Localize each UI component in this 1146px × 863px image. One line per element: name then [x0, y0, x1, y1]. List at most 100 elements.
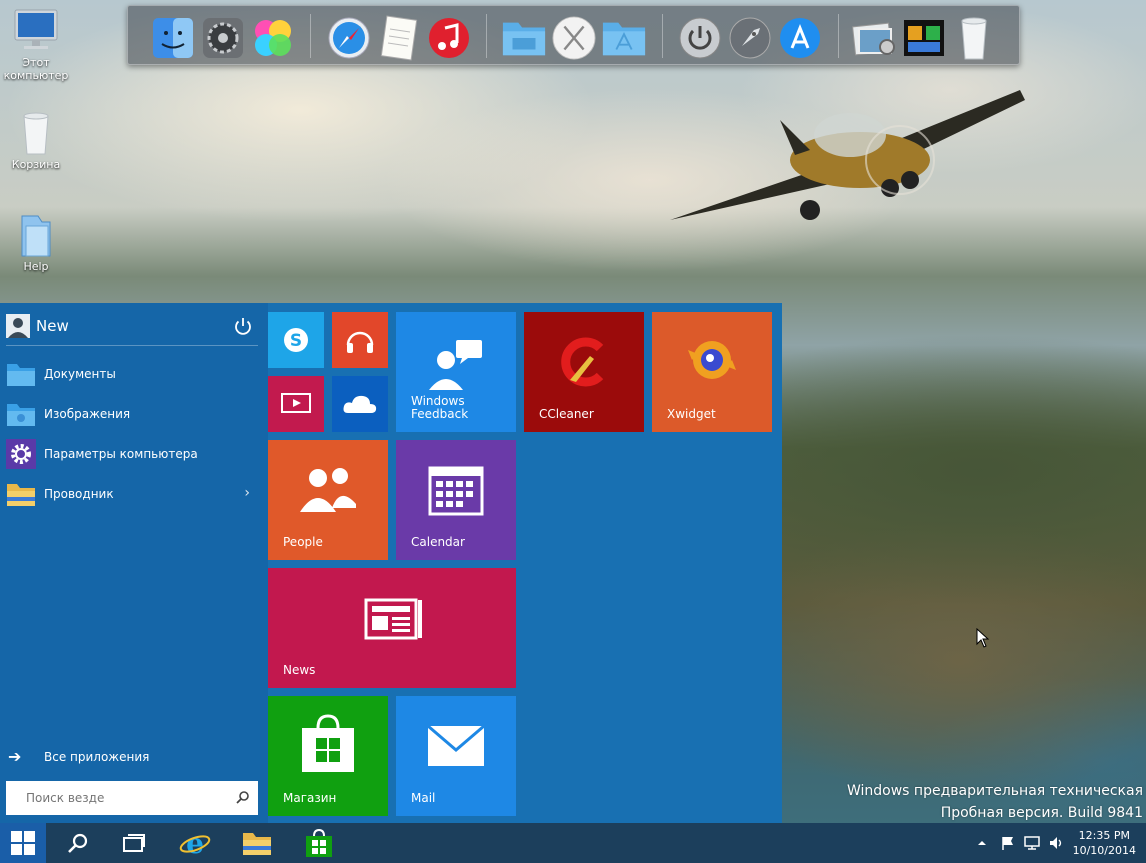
osx-icon[interactable]: [551, 15, 597, 61]
volume-icon[interactable]: [1048, 835, 1064, 851]
explorer-icon: [243, 833, 271, 855]
tile-label: CCleaner: [539, 407, 594, 421]
airplane-image: [670, 90, 1025, 220]
game-center-icon[interactable]: [250, 15, 296, 61]
tile-video[interactable]: [268, 376, 324, 432]
tile-label: Mail: [411, 791, 436, 805]
taskbar-clock[interactable]: 12:35 PM 10/10/2014: [1073, 828, 1136, 858]
gear-icon: [6, 439, 36, 469]
trash-icon[interactable]: [951, 15, 997, 61]
safari-icon[interactable]: [326, 15, 372, 61]
windows-logo-icon: [11, 831, 35, 855]
taskbar-file-explorer[interactable]: [234, 823, 280, 863]
finder-icon[interactable]: [150, 15, 196, 61]
folder-icon[interactable]: [501, 15, 547, 61]
watermark-line-2: Пробная версия. Build 9841: [940, 805, 1143, 821]
start-button[interactable]: [0, 823, 46, 863]
power-icon[interactable]: [232, 315, 254, 337]
tile-label: News: [283, 663, 316, 677]
photo-viewer-icon[interactable]: [851, 15, 897, 61]
tile-windows-feedback[interactable]: Windows Feedback: [396, 312, 516, 432]
clock-time: 12:35 PM: [1078, 829, 1130, 842]
launchpad-icon[interactable]: [727, 15, 773, 61]
menu-item-pictures[interactable]: Изображения: [6, 399, 258, 429]
taskbar: e 12:35 PM 10/10/2014: [0, 823, 1146, 863]
news-icon: [364, 596, 424, 642]
desktop-icon-label: Этот компьютер: [3, 56, 69, 82]
build-watermark: Windows предварительная техническая Проб…: [847, 780, 1143, 824]
tile-label: People: [283, 535, 323, 549]
folder-icon: [6, 399, 36, 429]
store-icon: [306, 828, 332, 857]
tile-label: Xwidget: [667, 407, 716, 421]
tile-mail[interactable]: Mail: [396, 696, 516, 816]
store-icon: [300, 712, 356, 774]
tile-news[interactable]: News: [268, 568, 516, 688]
tile-music[interactable]: [332, 312, 388, 368]
onedrive-icon: [332, 376, 388, 432]
video-icon: [268, 376, 324, 432]
calendar-icon: [428, 466, 484, 516]
tile-ccleaner[interactable]: CCleaner: [524, 312, 644, 432]
user-icon: [8, 318, 28, 338]
chevron-up-icon[interactable]: [974, 835, 990, 851]
mail-icon: [426, 724, 486, 768]
trash-icon: [23, 112, 49, 155]
tile-calendar[interactable]: Calendar: [396, 440, 516, 560]
divider: [6, 345, 258, 346]
explorer-icon: [6, 479, 36, 509]
taskbar-search-button[interactable]: [56, 823, 100, 863]
xwidget-icon: [686, 334, 738, 386]
itunes-icon[interactable]: [426, 15, 472, 61]
start-menu-left-column: New Документы Изображения Параметры комп…: [0, 303, 268, 823]
user-name: New: [36, 317, 69, 335]
tile-xwidget[interactable]: Xwidget: [652, 312, 772, 432]
menu-item-explorer[interactable]: Проводник ›: [6, 479, 258, 509]
flag-icon[interactable]: [1000, 835, 1016, 851]
tile-people[interactable]: People: [268, 440, 388, 560]
watermark-line-1: Windows предварительная техническая: [846, 783, 1143, 799]
app-store-icon[interactable]: [777, 15, 823, 61]
desktop-icon-help[interactable]: Help: [0, 212, 72, 273]
taskbar-internet-explorer[interactable]: e: [172, 823, 218, 863]
avatar: [6, 314, 30, 338]
system-preferences-icon[interactable]: [200, 15, 246, 61]
notes-icon[interactable]: [376, 15, 422, 61]
all-apps-button[interactable]: ➔ Все приложения: [8, 747, 149, 766]
search-icon[interactable]: [236, 790, 250, 804]
search-icon: [68, 833, 88, 853]
dock: [127, 5, 1020, 65]
taskbar-store[interactable]: [296, 823, 342, 863]
tile-onedrive[interactable]: [332, 376, 388, 432]
desktop-icon-label: Корзина: [11, 158, 61, 171]
arrow-right-icon: ➔: [8, 747, 22, 766]
tile-label: Магазин: [283, 791, 337, 805]
tile-label: Windows Feedback: [411, 394, 469, 421]
chevron-right-icon[interactable]: ›: [244, 485, 250, 501]
svg-text:S: S: [290, 331, 302, 351]
user-account[interactable]: New: [6, 313, 258, 339]
tile-label: Calendar: [411, 535, 465, 549]
svg-text:e: e: [186, 827, 204, 859]
headphones-icon: [332, 312, 388, 368]
search-input[interactable]: [26, 791, 226, 805]
network-icon[interactable]: [1024, 835, 1040, 851]
power-icon[interactable]: [677, 15, 723, 61]
menu-item-label: Документы: [44, 367, 116, 381]
search-box[interactable]: [6, 781, 258, 815]
monitor-icon: [14, 9, 58, 49]
clock-date: 10/10/2014: [1072, 844, 1136, 857]
applications-folder-icon[interactable]: [601, 15, 647, 61]
menu-item-documents[interactable]: Документы: [6, 359, 258, 389]
tile-skype[interactable]: S: [268, 312, 324, 368]
people-icon: [296, 464, 360, 514]
folder-icon: [21, 215, 51, 257]
internet-explorer-icon: e: [179, 827, 211, 859]
task-view-button[interactable]: [112, 823, 156, 863]
tile-store[interactable]: Магазин: [268, 696, 388, 816]
menu-item-label: Изображения: [44, 407, 131, 421]
desktop-icon-recycle-bin[interactable]: Корзина: [0, 110, 72, 171]
menu-item-pc-settings[interactable]: Параметры компьютера: [6, 439, 258, 469]
desktop-icon[interactable]: [901, 15, 947, 61]
desktop-icon-this-pc[interactable]: Этот компьютер: [0, 8, 72, 82]
